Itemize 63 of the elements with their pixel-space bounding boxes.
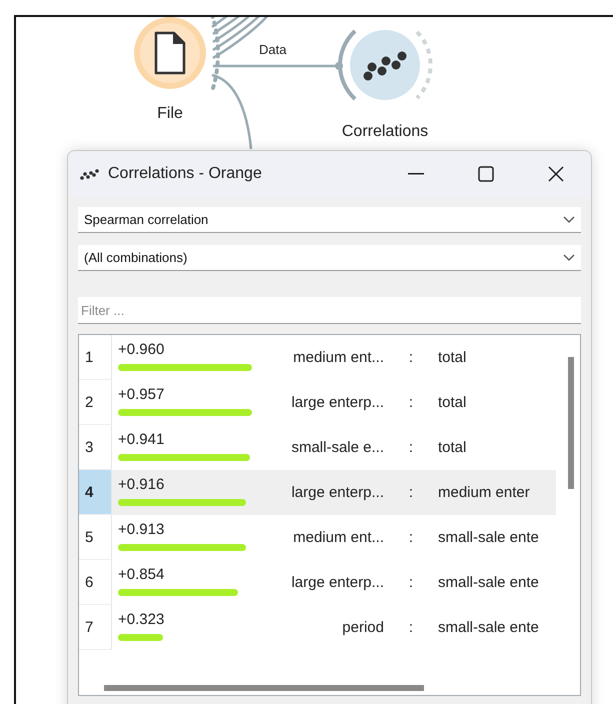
maximize-icon (478, 166, 494, 182)
table-cell: : (408, 529, 414, 546)
table-cell: small-sale e... (291, 439, 384, 456)
minimize-icon (408, 173, 424, 175)
table-cell: : (408, 484, 414, 501)
close-icon (548, 166, 564, 182)
filter-field[interactable]: Filter ... (78, 297, 581, 324)
row-number: 4 (79, 470, 112, 515)
connection-line[interactable] (212, 17, 241, 36)
table-cell: : (408, 394, 414, 411)
table-row[interactable]: 4 +0.916 large enterp... : medium enter (79, 470, 556, 515)
window-title: Correlations - Orange (108, 165, 263, 183)
connection-line[interactable] (212, 17, 261, 52)
table-cell: total (438, 349, 466, 366)
correlation-value: +0.960 (118, 341, 164, 358)
table-row[interactable]: 1 +0.960 medium ent... : total (79, 335, 556, 380)
chevron-down-icon (563, 254, 575, 262)
link-label: Data (259, 42, 286, 57)
table-cell: small-sale ente (438, 529, 539, 546)
connection-line[interactable] (211, 17, 229, 28)
table-cell: : (408, 574, 414, 591)
table-cell: medium enter (438, 484, 530, 501)
table-row[interactable]: 6 +0.854 large enterp... : small-sale ente (79, 560, 556, 605)
correlation-value: +0.941 (118, 431, 164, 448)
correlation-value: +0.916 (118, 476, 164, 493)
table-row[interactable]: 5 +0.913 medium ent... : small-sale ente (79, 515, 556, 560)
connection-line[interactable] (212, 17, 251, 44)
table-cell: small-sale ente (438, 619, 539, 636)
correlation-value: +0.957 (118, 386, 164, 403)
table-row[interactable]: 2 +0.957 large enterp... : total (79, 380, 556, 425)
table-cell: large enterp... (291, 484, 384, 501)
vertical-scrollbar[interactable] (568, 357, 574, 489)
correlation-value: +0.854 (118, 566, 164, 583)
horizontal-scrollbar[interactable] (104, 685, 424, 691)
row-number: 5 (79, 515, 112, 560)
correlations-node-icon[interactable] (335, 30, 432, 100)
table-cell: medium ent... (293, 529, 384, 546)
table-cell: large enterp... (291, 574, 384, 591)
table-row[interactable]: 3 +0.941 small-sale e... : total (79, 425, 556, 470)
table-cell: total (438, 394, 466, 411)
row-number: 1 (79, 335, 112, 380)
correlation-bar (118, 634, 164, 641)
row-number: 6 (79, 560, 112, 605)
method-dropdown[interactable]: Spearman correlation (78, 207, 581, 233)
table-cell: medium ent... (293, 349, 384, 366)
correlation-value: +0.323 (118, 611, 164, 628)
file-node-icon[interactable] (134, 17, 220, 93)
correlation-value: +0.913 (118, 521, 164, 538)
table-cell: small-sale ente (438, 574, 539, 591)
node-label: File (157, 105, 183, 123)
chevron-down-icon (563, 216, 575, 224)
table-cell: : (408, 619, 414, 636)
row-number: 7 (79, 605, 112, 650)
table-row[interactable]: 7 +0.323 period : small-sale ente (79, 605, 556, 650)
app-icon (80, 168, 100, 180)
table-cell: total (438, 439, 466, 456)
row-number: 2 (79, 380, 112, 425)
table-cell: : (408, 349, 414, 366)
table-cell: period (342, 619, 384, 636)
table-cell: large enterp... (291, 394, 384, 411)
node-label: Correlations (342, 123, 428, 141)
feature-dropdown[interactable]: (All combinations) (78, 245, 581, 271)
table-cell: : (408, 439, 414, 456)
